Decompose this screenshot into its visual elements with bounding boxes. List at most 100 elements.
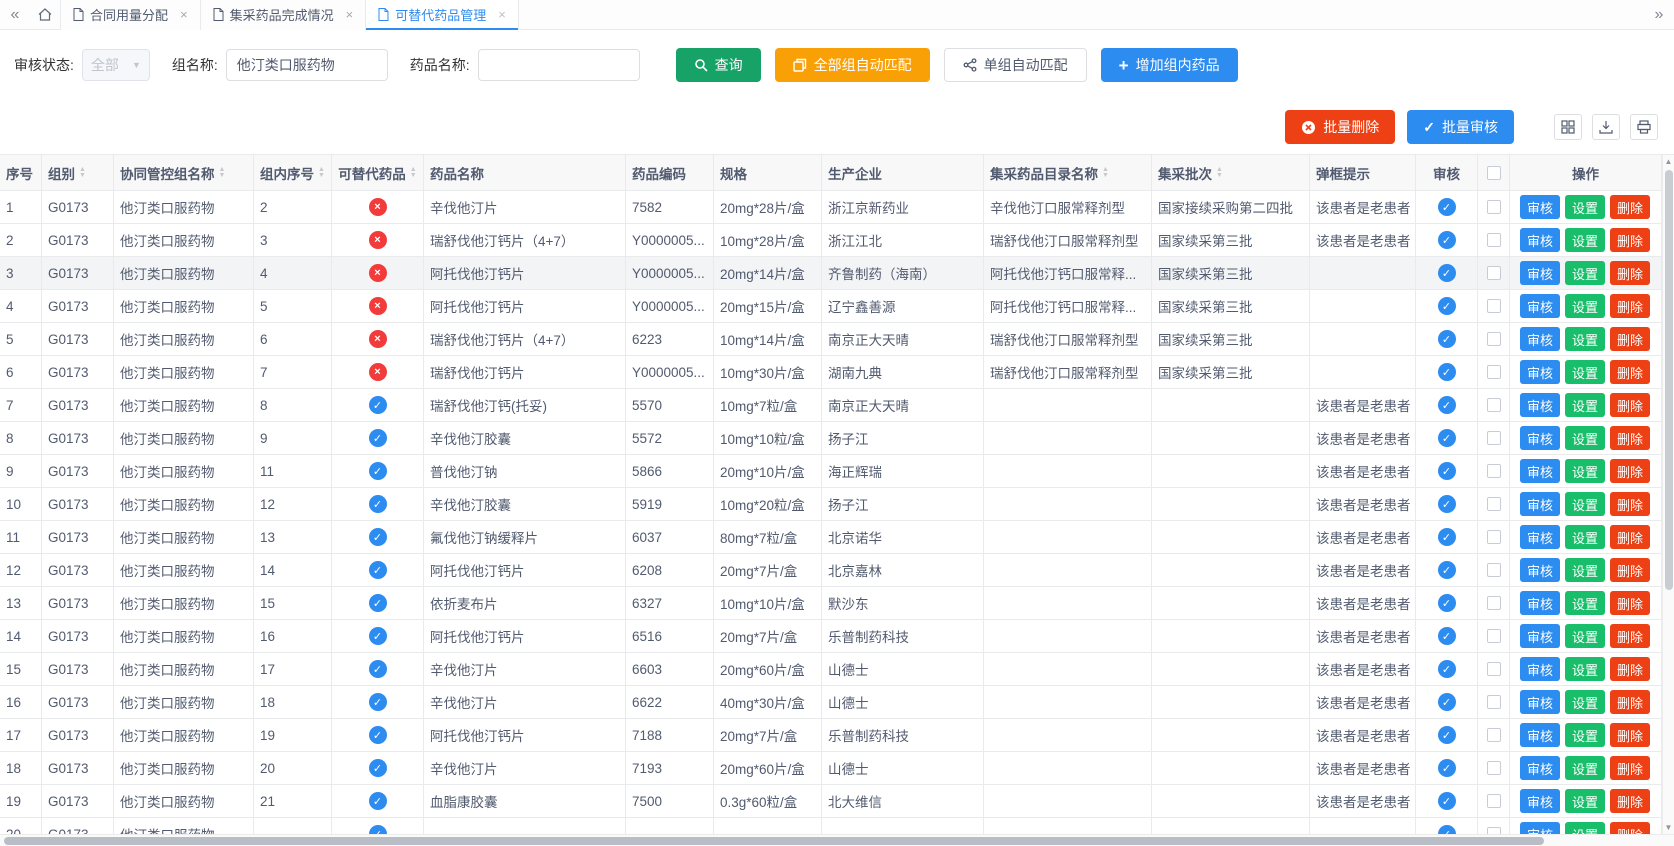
table-row[interactable]: 17G0173他汀类口服药物19✓阿托伐他汀钙片718820mg*7片/盒乐普制…: [0, 719, 1662, 752]
row-delete-button[interactable]: 删除: [1610, 195, 1650, 219]
row-delete-button[interactable]: 删除: [1610, 228, 1650, 252]
row-review-button[interactable]: 审核: [1520, 228, 1560, 252]
row-review-button[interactable]: 审核: [1520, 360, 1560, 384]
sort-desc-icon[interactable]: ▼: [1216, 173, 1223, 178]
row-review-button[interactable]: 审核: [1520, 492, 1560, 516]
row-review-button[interactable]: 审核: [1520, 657, 1560, 681]
row-select-checkbox[interactable]: [1487, 794, 1501, 808]
export-button[interactable]: [1592, 114, 1620, 140]
row-select-checkbox[interactable]: [1487, 332, 1501, 346]
scroll-up-icon[interactable]: ▲: [1665, 155, 1673, 168]
row-settings-button[interactable]: 设置: [1565, 228, 1605, 252]
group-name-input[interactable]: [226, 49, 388, 81]
table-row[interactable]: 6G0173他汀类口服药物7×瑞舒伐他汀钙片Y0000005...10mg*30…: [0, 356, 1662, 389]
row-review-button[interactable]: 审核: [1520, 327, 1560, 351]
row-delete-button[interactable]: 删除: [1610, 459, 1650, 483]
row-review-button[interactable]: 审核: [1520, 690, 1560, 714]
table-row[interactable]: 5G0173他汀类口服药物6×瑞舒伐他汀钙片（4+7）622310mg*14片/…: [0, 323, 1662, 356]
row-settings-button[interactable]: 设置: [1565, 723, 1605, 747]
row-select-checkbox[interactable]: [1487, 200, 1501, 214]
row-review-button[interactable]: 审核: [1520, 756, 1560, 780]
row-select-checkbox[interactable]: [1487, 530, 1501, 544]
row-settings-button[interactable]: 设置: [1565, 294, 1605, 318]
row-review-button[interactable]: 审核: [1520, 558, 1560, 582]
row-select-checkbox[interactable]: [1487, 266, 1501, 280]
row-select-checkbox[interactable]: [1487, 827, 1501, 834]
table-row[interactable]: 20G0173他汀类口服药物✓✓审核设置删除: [0, 818, 1662, 834]
sort-icons[interactable]: ▲▼: [1102, 167, 1109, 178]
tabs-scroll-left-icon[interactable]: «: [0, 6, 30, 24]
row-delete-button[interactable]: 删除: [1610, 294, 1650, 318]
row-review-button[interactable]: 审核: [1520, 591, 1560, 615]
row-delete-button[interactable]: 删除: [1610, 591, 1650, 615]
row-review-button[interactable]: 审核: [1520, 195, 1560, 219]
row-settings-button[interactable]: 设置: [1565, 822, 1605, 834]
auto-match-all-button[interactable]: 全部组自动匹配: [775, 48, 930, 82]
table-row[interactable]: 18G0173他汀类口服药物20✓辛伐他汀片719320mg*60片/盒山德士该…: [0, 752, 1662, 785]
row-settings-button[interactable]: 设置: [1565, 624, 1605, 648]
query-button[interactable]: 查询: [676, 48, 761, 82]
row-settings-button[interactable]: 设置: [1565, 492, 1605, 516]
col-header-replaceable[interactable]: 可替代药品▲▼: [332, 155, 424, 190]
row-review-button[interactable]: 审核: [1520, 723, 1560, 747]
col-header-inner_seq[interactable]: 组内序号▲▼: [254, 155, 332, 190]
row-select-checkbox[interactable]: [1487, 761, 1501, 775]
row-delete-button[interactable]: 删除: [1610, 690, 1650, 714]
row-review-button[interactable]: 审核: [1520, 393, 1560, 417]
batch-review-button[interactable]: ✓ 批量审核: [1407, 110, 1514, 144]
row-delete-button[interactable]: 删除: [1610, 822, 1650, 834]
row-review-button[interactable]: 审核: [1520, 261, 1560, 285]
batch-delete-button[interactable]: 批量删除: [1285, 110, 1395, 144]
tab-3[interactable]: 可替代药品管理×: [366, 0, 519, 30]
col-header-group[interactable]: 组别▲▼: [42, 155, 114, 190]
row-delete-button[interactable]: 删除: [1610, 756, 1650, 780]
sort-desc-icon[interactable]: ▼: [318, 173, 325, 178]
tabs-scroll-right-icon[interactable]: »: [1644, 6, 1674, 24]
header-select-checkbox[interactable]: [1487, 166, 1501, 180]
sort-desc-icon[interactable]: ▼: [219, 173, 226, 178]
sort-desc-icon[interactable]: ▼: [1102, 173, 1109, 178]
col-header-catalog_name[interactable]: 集采药品目录名称▲▼: [984, 155, 1152, 190]
sort-icons[interactable]: ▲▼: [219, 167, 226, 178]
table-row[interactable]: 2G0173他汀类口服药物3×瑞舒伐他汀钙片（4+7）Y0000005...10…: [0, 224, 1662, 257]
col-header-group_name[interactable]: 协同管控组名称▲▼: [114, 155, 254, 190]
tab-close-icon[interactable]: ×: [180, 8, 188, 21]
sort-icons[interactable]: ▲▼: [1216, 167, 1223, 178]
row-settings-button[interactable]: 设置: [1565, 360, 1605, 384]
row-delete-button[interactable]: 删除: [1610, 558, 1650, 582]
sort-icons[interactable]: ▲▼: [79, 167, 86, 178]
table-row[interactable]: 19G0173他汀类口服药物21✓血脂康胶囊75000.3g*60粒/盒北大维信…: [0, 785, 1662, 818]
table-row[interactable]: 7G0173他汀类口服药物8✓瑞舒伐他汀钙(托妥)557010mg*7粒/盒南京…: [0, 389, 1662, 422]
row-settings-button[interactable]: 设置: [1565, 261, 1605, 285]
table-row[interactable]: 8G0173他汀类口服药物9✓辛伐他汀胶囊557210mg*10粒/盒扬子江该患…: [0, 422, 1662, 455]
row-select-checkbox[interactable]: [1487, 464, 1501, 478]
tab-1[interactable]: 合同用量分配×: [60, 0, 201, 30]
table-row[interactable]: 10G0173他汀类口服药物12✓辛伐他汀胶囊591910mg*20粒/盒扬子江…: [0, 488, 1662, 521]
row-review-button[interactable]: 审核: [1520, 459, 1560, 483]
row-select-checkbox[interactable]: [1487, 497, 1501, 511]
row-settings-button[interactable]: 设置: [1565, 195, 1605, 219]
row-review-button[interactable]: 审核: [1520, 426, 1560, 450]
review-status-select[interactable]: 全部 ▼: [82, 49, 150, 81]
vertical-scrollbar[interactable]: ▲ ▼: [1662, 155, 1674, 834]
row-settings-button[interactable]: 设置: [1565, 459, 1605, 483]
row-settings-button[interactable]: 设置: [1565, 789, 1605, 813]
row-settings-button[interactable]: 设置: [1565, 756, 1605, 780]
add-group-drug-button[interactable]: + 增加组内药品: [1101, 48, 1238, 82]
table-row[interactable]: 1G0173他汀类口服药物2×辛伐他汀片758220mg*28片/盒浙江京新药业…: [0, 191, 1662, 224]
auto-match-single-button[interactable]: 单组自动匹配: [944, 48, 1087, 82]
drug-name-input[interactable]: [478, 49, 640, 81]
row-delete-button[interactable]: 删除: [1610, 393, 1650, 417]
table-row[interactable]: 11G0173他汀类口服药物13✓氟伐他汀钠缓释片603780mg*7粒/盒北京…: [0, 521, 1662, 554]
row-delete-button[interactable]: 删除: [1610, 360, 1650, 384]
table-row[interactable]: 15G0173他汀类口服药物17✓辛伐他汀片660320mg*60片/盒山德士该…: [0, 653, 1662, 686]
sort-desc-icon[interactable]: ▼: [410, 173, 417, 178]
row-select-checkbox[interactable]: [1487, 695, 1501, 709]
row-select-checkbox[interactable]: [1487, 629, 1501, 643]
tab-close-icon[interactable]: ×: [346, 8, 354, 21]
sort-icons[interactable]: ▲▼: [410, 167, 417, 178]
row-delete-button[interactable]: 删除: [1610, 261, 1650, 285]
row-select-checkbox[interactable]: [1487, 233, 1501, 247]
row-select-checkbox[interactable]: [1487, 563, 1501, 577]
table-row[interactable]: 12G0173他汀类口服药物14✓阿托伐他汀钙片620820mg*7片/盒北京嘉…: [0, 554, 1662, 587]
